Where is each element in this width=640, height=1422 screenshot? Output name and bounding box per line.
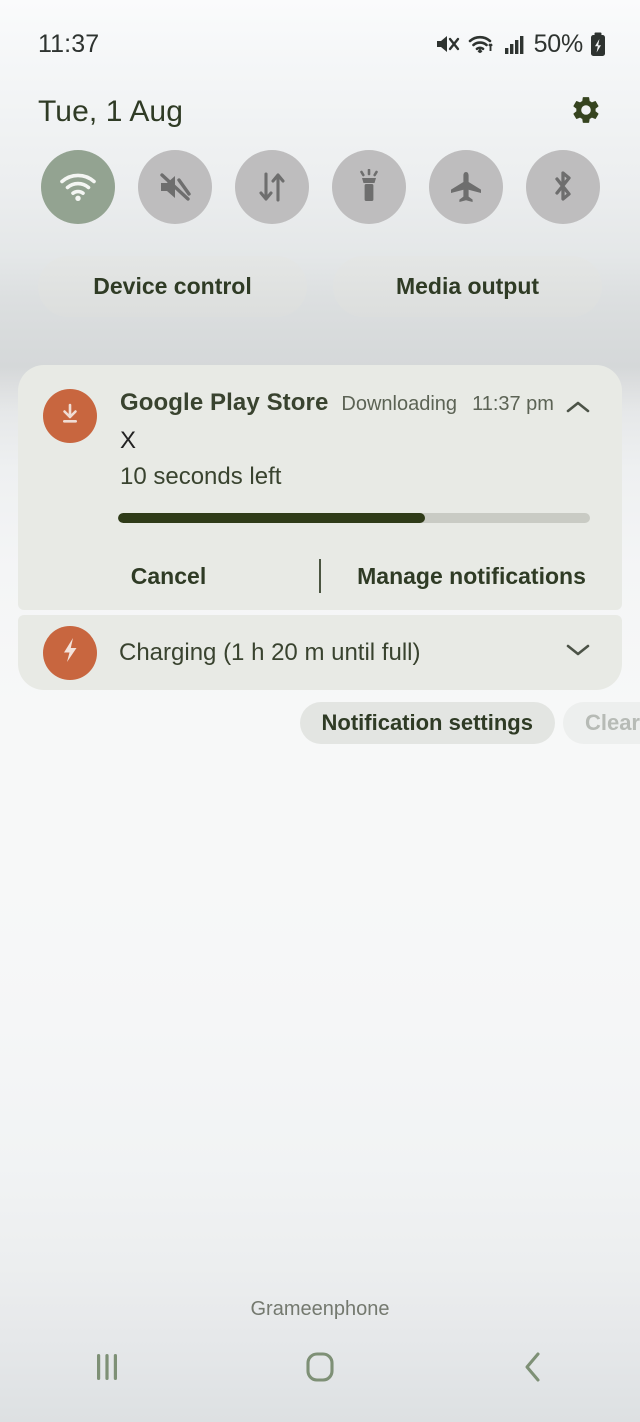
quick-toggle-flashlight[interactable] bbox=[331, 150, 406, 224]
notification-title: X bbox=[120, 427, 137, 454]
cancel-button[interactable]: Cancel bbox=[18, 563, 319, 590]
battery-charging-icon bbox=[590, 32, 606, 57]
chevron-down-icon bbox=[565, 642, 591, 663]
download-progress-bar bbox=[118, 513, 590, 523]
media-output-button[interactable]: Media output bbox=[333, 256, 602, 317]
bluetooth-icon bbox=[548, 169, 578, 205]
quick-settings-toggles bbox=[0, 150, 640, 224]
carrier-label: Grameenphone bbox=[250, 1298, 390, 1320]
notification-actions: Cancel Manage notifications bbox=[18, 542, 622, 610]
notification-meta: Google Play Store Downloading 11:37 pm bbox=[120, 389, 554, 417]
recents-button[interactable] bbox=[0, 1326, 213, 1412]
clear-button[interactable]: Clear bbox=[562, 702, 640, 744]
navigation-bar bbox=[0, 1326, 640, 1412]
download-progress-fill bbox=[118, 513, 425, 523]
back-icon bbox=[518, 1350, 548, 1389]
mute-icon bbox=[157, 171, 193, 203]
notification-charging[interactable]: Charging (1 h 20 m until full) bbox=[18, 615, 622, 690]
flashlight-icon bbox=[352, 169, 386, 205]
notification-time: 11:37 pm bbox=[472, 393, 554, 415]
back-button[interactable] bbox=[427, 1326, 640, 1412]
action-divider bbox=[319, 559, 321, 593]
status-bar-icons: 50% bbox=[434, 30, 606, 59]
recents-icon bbox=[89, 1350, 125, 1389]
signal-icon bbox=[504, 33, 526, 55]
wifi-icon bbox=[59, 172, 97, 202]
download-icon bbox=[57, 400, 83, 433]
battery-percent-label: 50% bbox=[533, 29, 584, 58]
notification-header: Google Play Store Downloading 11:37 pm X… bbox=[18, 365, 622, 490]
charging-text: Charging (1 h 20 m until full) bbox=[119, 638, 421, 666]
quick-toggle-bluetooth[interactable] bbox=[525, 150, 600, 224]
quick-toggle-airplane[interactable] bbox=[428, 150, 503, 224]
gear-icon bbox=[570, 94, 602, 131]
notification-collapse-button[interactable] bbox=[556, 391, 600, 427]
wifi-icon bbox=[467, 32, 497, 56]
status-bar-clock: 11:37 bbox=[38, 29, 100, 58]
phone-screen: 11:37 50% Tue, 1 Aug Device control Medi… bbox=[0, 0, 640, 1422]
data-arrows-icon bbox=[255, 170, 289, 204]
manage-notifications-button[interactable]: Manage notifications bbox=[321, 563, 622, 590]
chevron-up-icon bbox=[565, 399, 591, 420]
status-bar: 11:37 50% bbox=[0, 0, 640, 88]
lightning-bolt-icon bbox=[58, 635, 82, 670]
settings-button[interactable] bbox=[566, 92, 606, 132]
notification-play-store[interactable]: Google Play Store Downloading 11:37 pm X… bbox=[18, 365, 622, 610]
notification-settings-button[interactable]: Notification settings bbox=[299, 702, 555, 744]
shortcut-buttons-row: Device control Media output bbox=[0, 256, 640, 317]
device-control-button[interactable]: Device control bbox=[38, 256, 307, 317]
charging-icon-circle bbox=[43, 625, 97, 680]
notification-app-name: Google Play Store bbox=[120, 389, 329, 416]
notification-status: Downloading bbox=[341, 393, 458, 415]
home-icon bbox=[302, 1349, 338, 1390]
notification-body: 10 seconds left bbox=[120, 463, 282, 490]
quick-toggle-mobile-data[interactable] bbox=[234, 150, 309, 224]
mute-icon bbox=[434, 32, 460, 56]
quick-toggle-wifi[interactable] bbox=[40, 150, 115, 224]
notification-footer-buttons: Notification settings Clear bbox=[0, 702, 640, 744]
home-button[interactable] bbox=[213, 1326, 426, 1412]
airplane-icon bbox=[448, 170, 484, 204]
charging-expand-button[interactable] bbox=[556, 635, 600, 671]
date-row: Tue, 1 Aug bbox=[0, 84, 640, 140]
quick-toggle-sound[interactable] bbox=[137, 150, 212, 224]
date-label: Tue, 1 Aug bbox=[38, 95, 183, 128]
notification-app-icon bbox=[43, 389, 97, 443]
